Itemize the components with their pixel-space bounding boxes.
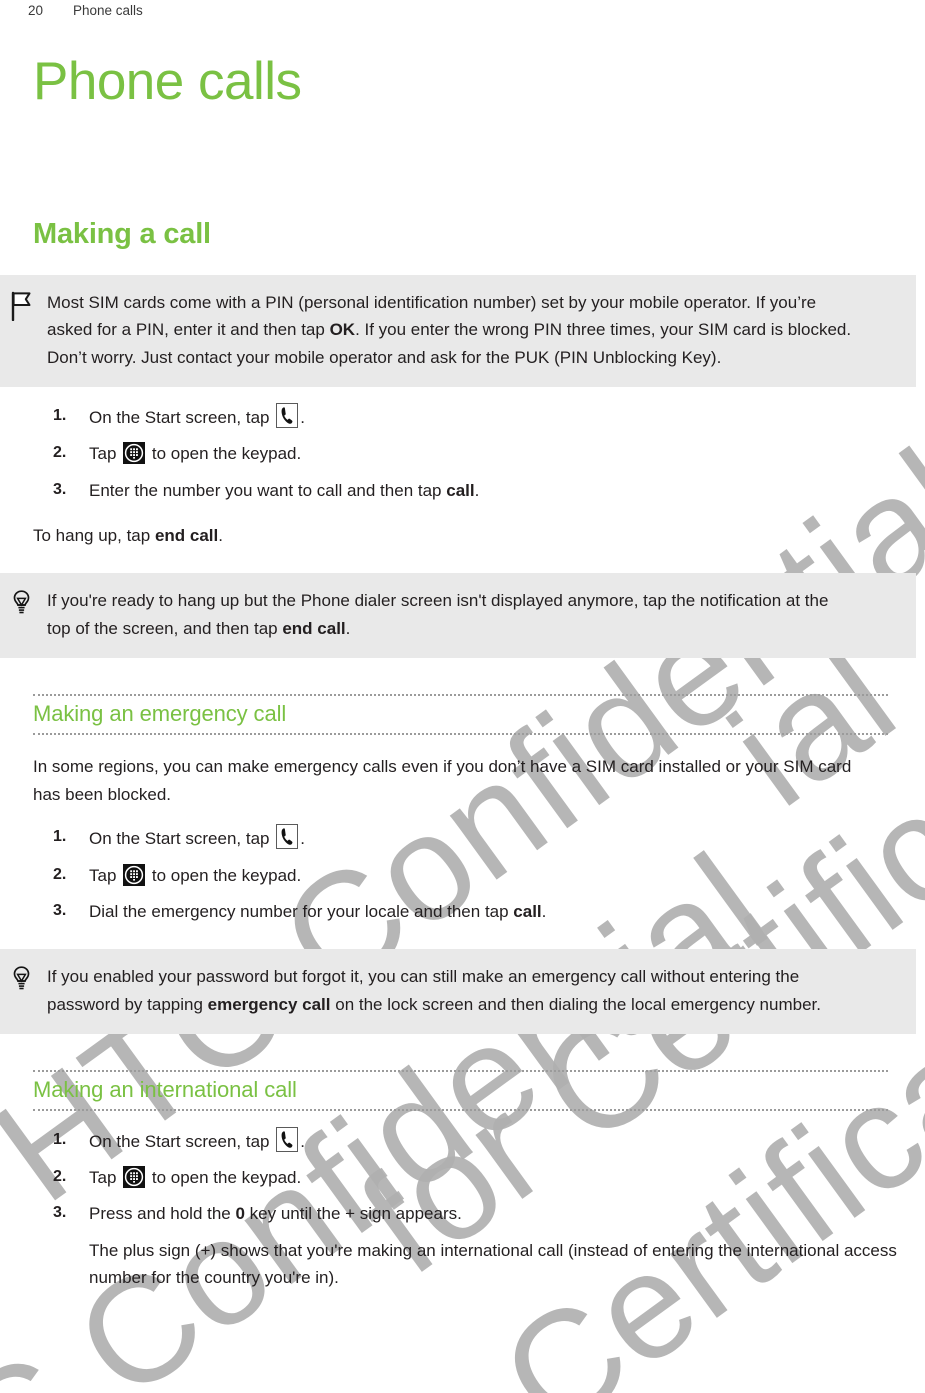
step-text: On the Start screen, tap <box>89 829 275 849</box>
step-text-bold: call <box>513 901 542 921</box>
list-item: Dial the emergency number for your local… <box>47 898 925 925</box>
keypad-icon <box>123 1166 146 1189</box>
step-text: Press and hold the <box>89 1204 236 1224</box>
page-title: Phone calls <box>33 52 302 111</box>
emergency-intro-text: In some regions, you can make emergency … <box>33 757 852 804</box>
running-head: 20 Phone calls <box>0 0 925 18</box>
list-item: Tap to open the keypad. <box>47 862 925 889</box>
plus-sign-note-text: The plus sign (+) shows that you're maki… <box>89 1240 897 1287</box>
step-text-post: . <box>474 480 480 500</box>
step-text-post: . <box>541 901 547 921</box>
step-text: Dial the emergency number for your local… <box>89 901 514 921</box>
tip-callout-password: If you enabled your password but forgot … <box>0 949 916 1035</box>
lightbulb-icon <box>9 589 35 619</box>
rule-bottom <box>33 733 888 736</box>
hangup-text-post: . <box>218 525 223 545</box>
phone-handset-icon <box>276 824 299 850</box>
step-text-post: key until the + sign appears. <box>244 1204 462 1224</box>
list-item: Tap to open the keypad. <box>47 440 925 467</box>
section-heading-making-a-call: Making a call <box>33 217 211 250</box>
flag-icon <box>9 291 35 321</box>
step-text-bold: call <box>446 480 475 500</box>
step-text-post: to open the keypad. <box>147 444 302 464</box>
note-text-bold: OK <box>329 320 356 340</box>
tip-text-bold: end call <box>282 618 346 638</box>
page-content: 20 Phone calls Phone calls Making a call… <box>0 0 925 1291</box>
running-head-title: Phone calls <box>73 3 143 18</box>
step-text-post: . <box>300 829 305 849</box>
step-text-post: to open the keypad. <box>147 865 302 885</box>
list-item: Tap to open the keypad. <box>47 1164 925 1191</box>
list-item: On the Start screen, tap . <box>47 403 925 431</box>
hangup-text-pre: To hang up, tap <box>33 525 155 545</box>
list-item: On the Start screen, tap . <box>47 1127 925 1155</box>
tip-text-bold: emergency call <box>207 994 331 1014</box>
note-text: Most SIM cards come with a PIN (personal… <box>47 289 856 372</box>
steps-international-call: On the Start screen, tap . Tap to open t… <box>0 1127 925 1291</box>
tip-text-b: on the lock screen and then dialing the … <box>330 994 821 1014</box>
steps-making-a-call: On the Start screen, tap . Tap to open t… <box>0 403 925 504</box>
step-text: Tap <box>89 865 122 885</box>
note-callout-pin: Most SIM cards come with a PIN (personal… <box>0 274 916 388</box>
keypad-icon <box>123 442 146 465</box>
document-page: HTC Confidential for Certification only … <box>0 0 925 1393</box>
step-text: On the Start screen, tap <box>89 1132 275 1152</box>
step-text: On the Start screen, tap <box>89 408 275 428</box>
keypad-icon <box>123 863 146 886</box>
step-text-post: . <box>300 408 305 428</box>
section-heading-emergency-call: Making an emergency call <box>33 701 287 727</box>
step-text: Enter the number you want to call and th… <box>89 480 447 500</box>
tip-text-b: . <box>345 618 351 638</box>
hangup-text: To hang up, tap end call. <box>33 522 873 550</box>
section-emergency-call-header: Making an emergency call <box>33 694 888 736</box>
list-item: On the Start screen, tap . <box>47 824 925 852</box>
list-item: Enter the number you want to call and th… <box>47 477 925 504</box>
hangup-text-bold: end call <box>154 525 219 545</box>
section-international-call-header: Making an international call <box>33 1070 888 1112</box>
rule-bottom <box>33 1109 888 1112</box>
step-text: Tap <box>89 444 122 464</box>
steps-emergency-call: On the Start screen, tap . Tap to open t… <box>0 824 925 925</box>
step-text-post: to open the keypad. <box>147 1168 302 1188</box>
tip-callout-hangup: If you're ready to hang up but the Phone… <box>0 573 916 659</box>
tip-text-a: If you're ready to hang up but the Phone… <box>47 591 829 638</box>
step-text-bold: 0 <box>235 1204 245 1224</box>
list-item: Press and hold the 0 key until the + sig… <box>47 1200 925 1227</box>
tip-text: If you're ready to hang up but the Phone… <box>47 587 856 642</box>
step-text: Tap <box>89 1168 122 1188</box>
step-text-post: . <box>300 1132 305 1152</box>
phone-handset-icon <box>276 1127 299 1153</box>
section-heading-international-call: Making an international call <box>33 1077 297 1103</box>
lightbulb-icon <box>9 965 35 995</box>
page-number: 20 <box>28 3 44 18</box>
list-item-note: The plus sign (+) shows that you're maki… <box>47 1237 925 1291</box>
tip-text: If you enabled your password but forgot … <box>47 963 856 1018</box>
phone-handset-icon <box>276 403 299 429</box>
